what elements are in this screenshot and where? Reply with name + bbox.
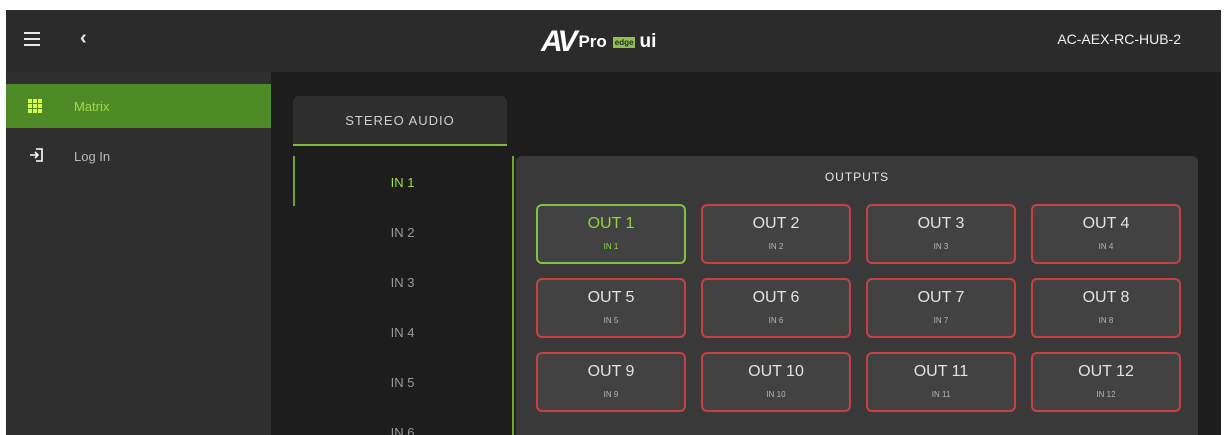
app-frame: ‹ AV Pro edge ui AC-AEX-RC-HUB-2 Matrix … [6, 10, 1221, 435]
output-source: IN 5 [603, 316, 619, 325]
output-label: OUT 4 [1082, 215, 1130, 232]
output-source: IN 4 [1098, 242, 1114, 251]
output-label: OUT 11 [913, 363, 969, 380]
output-button[interactable]: OUT 9 IN 9 [536, 352, 686, 412]
output-button[interactable]: OUT 5 IN 5 [536, 278, 686, 338]
output-label: OUT 10 [748, 363, 804, 380]
output-label: OUT 1 [587, 215, 635, 232]
input-item[interactable]: IN 4 [293, 310, 512, 354]
output-source: IN 6 [768, 316, 784, 325]
output-button[interactable]: OUT 11 IN 11 [866, 352, 1016, 412]
tab-stereo-audio[interactable]: STEREO AUDIO [293, 96, 507, 144]
grid-icon [28, 99, 44, 113]
output-source: IN 3 [933, 242, 949, 251]
output-button[interactable]: OUT 7 IN 7 [866, 278, 1016, 338]
logo: AV Pro edge ui [541, 24, 656, 60]
output-source: IN 12 [1096, 390, 1116, 399]
output-label: OUT 5 [587, 289, 635, 306]
output-label: OUT 9 [587, 363, 635, 380]
output-label: OUT 7 [917, 289, 965, 306]
output-button[interactable]: OUT 12 IN 12 [1031, 352, 1181, 412]
device-name: AC-AEX-RC-HUB-2 [1057, 31, 1181, 47]
output-source: IN 9 [603, 390, 619, 399]
input-item[interactable]: IN 3 [293, 260, 512, 304]
input-list: IN 1 IN 2 IN 3 IN 4 IN 5 IN 6 [293, 156, 514, 435]
logo-pro: Pro [578, 32, 607, 51]
hamburger-icon[interactable] [24, 32, 40, 46]
sidebar-item-label: Matrix [74, 98, 110, 114]
sidebar-item-login[interactable]: Log In [6, 134, 271, 178]
logo-edge: edge [612, 36, 636, 48]
main-content: STEREO AUDIO IN 1 IN 2 IN 3 IN 4 IN 5 IN… [271, 72, 1221, 435]
sidebar-item-label: Log In [74, 148, 111, 164]
input-item[interactable]: IN 6 [293, 410, 512, 435]
output-source: IN 8 [1098, 316, 1114, 325]
logo-ui: ui [639, 31, 657, 52]
output-button[interactable]: OUT 1 IN 1 [536, 204, 686, 264]
output-label: OUT 2 [752, 215, 800, 232]
output-button[interactable]: OUT 10 IN 10 [701, 352, 851, 412]
sidebar: Matrix Log In [6, 72, 271, 435]
output-button[interactable]: OUT 4 IN 4 [1031, 204, 1181, 264]
output-source: IN 10 [766, 390, 786, 399]
login-icon [28, 147, 44, 165]
logo-av: AV [541, 25, 577, 58]
sidebar-item-matrix[interactable]: Matrix [6, 84, 271, 128]
input-divider [512, 156, 514, 435]
output-button[interactable]: OUT 6 IN 6 [701, 278, 851, 338]
tab-underline [293, 144, 507, 146]
output-source: IN 11 [931, 390, 951, 399]
output-label: OUT 3 [917, 215, 965, 232]
output-source: IN 2 [768, 242, 784, 251]
output-source: IN 1 [603, 242, 619, 251]
chevron-left-icon[interactable]: ‹ [80, 27, 87, 50]
input-item[interactable]: IN 1 [293, 160, 512, 204]
outputs-panel: OUTPUTS OUT 1 IN 1 OUT 2 IN 2 OUT 3 IN 3… [516, 156, 1198, 435]
output-button[interactable]: OUT 2 IN 2 [701, 204, 851, 264]
outputs-title: OUTPUTS [824, 170, 890, 184]
top-bar: ‹ AV Pro edge ui AC-AEX-RC-HUB-2 [6, 10, 1221, 72]
output-label: OUT 8 [1082, 289, 1130, 306]
output-button[interactable]: OUT 3 IN 3 [866, 204, 1016, 264]
input-item[interactable]: IN 2 [293, 210, 512, 254]
output-source: IN 7 [933, 316, 949, 325]
output-label: OUT 12 [1078, 363, 1134, 380]
output-label: OUT 6 [752, 289, 800, 306]
output-button[interactable]: OUT 8 IN 8 [1031, 278, 1181, 338]
input-item[interactable]: IN 5 [293, 360, 512, 404]
